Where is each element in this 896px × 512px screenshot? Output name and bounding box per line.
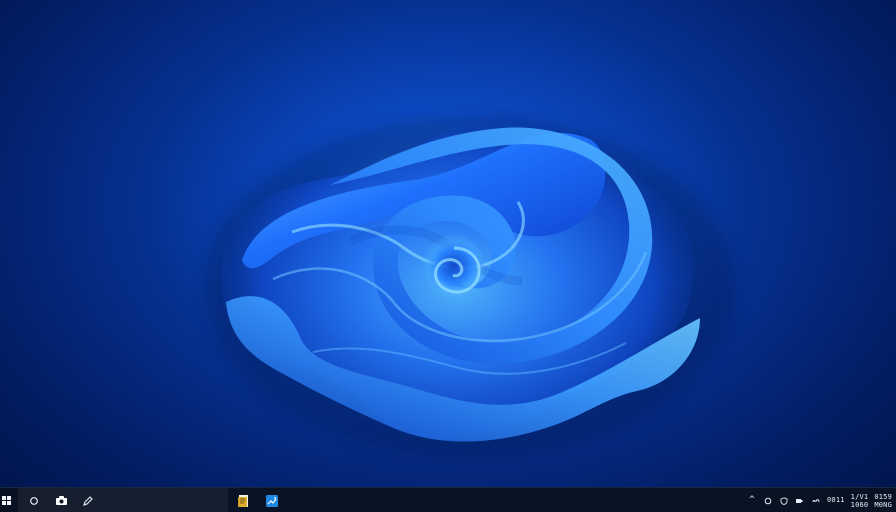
photos-app-icon[interactable] [263, 488, 281, 512]
clock-time: 1/V1 [850, 492, 869, 501]
search-circle-icon[interactable] [27, 488, 41, 512]
taskbar-search-area[interactable] [18, 488, 228, 512]
notes-app-icon[interactable] [234, 488, 252, 512]
wallpaper-swirl [205, 103, 735, 457]
network-icon[interactable] [763, 495, 773, 507]
calendar-line-1: 0159 [874, 492, 892, 501]
shield-icon[interactable] [779, 495, 789, 507]
taskbar: ^ 0011 1/V1 1060 0159 M0NG [0, 487, 896, 512]
calendar-line-2: M0NG [874, 500, 892, 509]
windows-logo-icon[interactable] [0, 488, 12, 512]
clock-date: 1060 [850, 500, 869, 509]
volume-icon[interactable] [795, 495, 805, 507]
camera-icon[interactable] [53, 488, 69, 512]
battery-icon[interactable] [811, 495, 821, 507]
pen-icon[interactable] [80, 488, 96, 512]
calendar-box[interactable]: 0159 M0NG [874, 493, 892, 509]
tray-status-text: 0011 [826, 496, 845, 504]
tray-chevron-icon[interactable]: ^ [747, 495, 757, 507]
system-tray: ^ 0011 1/V1 1060 0159 M0NG [747, 488, 892, 512]
clock[interactable]: 1/V1 1060 [851, 493, 869, 509]
desktop: ^ 0011 1/V1 1060 0159 M0NG [0, 0, 896, 512]
